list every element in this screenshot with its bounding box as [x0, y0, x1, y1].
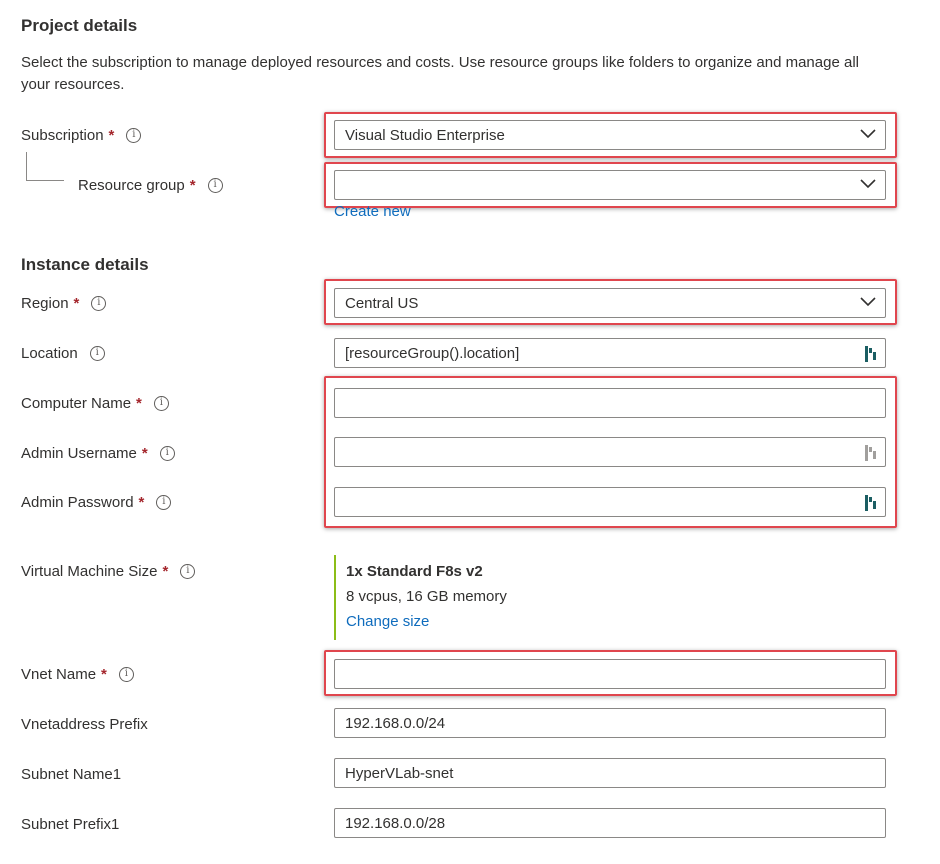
location-input[interactable]: [resourceGroup().location] — [334, 338, 886, 368]
info-icon[interactable]: i — [207, 177, 223, 193]
change-size-link[interactable]: Change size — [346, 613, 507, 630]
required-asterisk: * — [136, 394, 142, 412]
required-asterisk: * — [162, 562, 169, 580]
required-asterisk: * — [189, 176, 196, 194]
required-asterisk: * — [101, 665, 107, 683]
info-icon[interactable]: i — [91, 295, 107, 311]
required-asterisk: * — [138, 493, 145, 511]
highlight-box — [324, 112, 897, 158]
location-label: Location — [21, 344, 78, 362]
highlight-box — [324, 162, 897, 208]
required-asterisk: * — [141, 444, 148, 462]
vm-size-label: Virtual Machine Size — [21, 562, 158, 580]
info-icon[interactable]: i — [118, 666, 134, 682]
vm-size-detail: 8 vcpus, 16 GB memory — [346, 588, 507, 605]
create-new-link[interactable]: Create new — [334, 203, 411, 220]
region-label-row: Region * i — [21, 293, 107, 313]
vnet-name-label: Vnet Name — [21, 665, 97, 683]
resource-group-label-row: Resource group * i — [78, 175, 223, 195]
subscription-label-row: Subscription * i — [21, 125, 142, 145]
highlight-box — [324, 376, 897, 528]
vnet-prefix-value: 192.168.0.0/24 — [345, 714, 446, 732]
region-label: Region — [21, 294, 69, 312]
subnet-name-input[interactable]: HyperVLab-snet — [334, 758, 886, 788]
resource-group-label: Resource group — [78, 176, 185, 194]
subscription-label: Subscription — [21, 126, 104, 144]
admin-password-label: Admin Password — [21, 493, 134, 511]
info-icon[interactable]: i — [159, 445, 175, 461]
highlight-box — [324, 279, 897, 325]
info-icon[interactable]: i — [180, 563, 196, 579]
project-details-heading: Project details — [21, 16, 138, 35]
location-label-row: Location i — [21, 343, 105, 363]
computer-name-label-row: Computer Name * i — [21, 393, 169, 413]
location-value: [resourceGroup().location] — [345, 344, 520, 362]
required-asterisk: * — [108, 126, 115, 144]
vm-size-name: 1x Standard F8s v2 — [346, 563, 483, 580]
admin-username-label-row: Admin Username * i — [21, 443, 175, 463]
tree-connector — [26, 152, 64, 181]
vnet-name-label-row: Vnet Name * i — [21, 664, 134, 684]
instance-details-heading: Instance details — [21, 255, 149, 274]
subnet-prefix-label: Subnet Prefix1 — [21, 815, 120, 833]
subnet-prefix-input[interactable]: 192.168.0.0/28 — [334, 808, 886, 838]
vm-size-summary: 1x Standard F8s v2 8 vcpus, 16 GB memory… — [334, 555, 507, 640]
project-details-description: Select the subscription to manage deploy… — [21, 54, 859, 93]
vnet-prefix-label: Vnetaddress Prefix — [21, 715, 148, 733]
admin-username-label: Admin Username — [21, 444, 137, 462]
subnet-name-label: Subnet Name1 — [21, 765, 122, 783]
subnet-prefix-value: 192.168.0.0/28 — [345, 814, 446, 832]
vnet-prefix-input[interactable]: 192.168.0.0/24 — [334, 708, 886, 738]
info-icon[interactable]: i — [153, 395, 169, 411]
info-icon[interactable]: i — [89, 345, 105, 361]
subnet-name-value: HyperVLab-snet — [345, 764, 454, 782]
highlight-box — [324, 650, 897, 696]
vm-size-label-row: Virtual Machine Size * i — [21, 561, 196, 581]
computer-name-label: Computer Name — [21, 394, 132, 412]
admin-password-label-row: Admin Password * i — [21, 492, 172, 512]
info-icon[interactable]: i — [156, 494, 172, 510]
info-icon[interactable]: i — [126, 127, 142, 143]
required-asterisk: * — [73, 294, 80, 312]
keyvault-icon[interactable] — [864, 345, 878, 363]
